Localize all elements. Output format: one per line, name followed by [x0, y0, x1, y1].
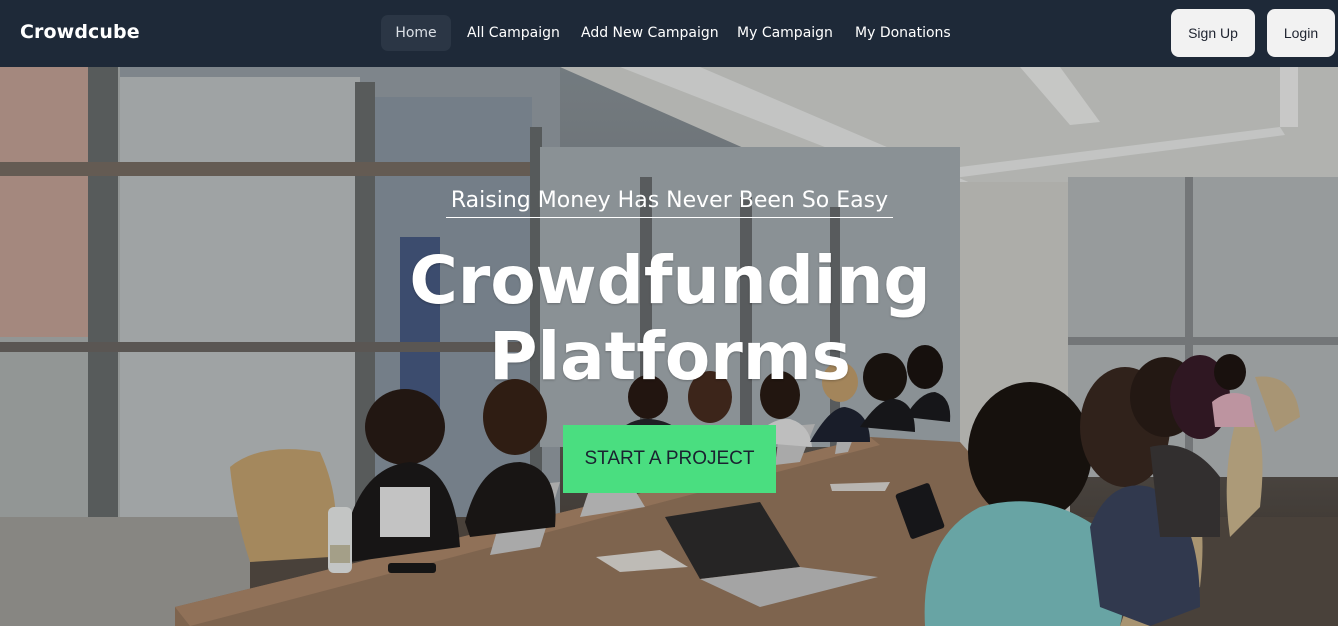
navbar: Crowdcube Home All Campaign Add New Camp…: [0, 0, 1338, 67]
hero-title: Crowdfunding Platforms: [380, 243, 960, 395]
hero-banner: Raising Money Has Never Been So Easy Cro…: [0, 67, 1338, 626]
signup-button[interactable]: Sign Up: [1171, 9, 1255, 57]
start-project-button[interactable]: START A PROJECT: [563, 425, 776, 493]
hero-title-line-2: Platforms: [489, 318, 851, 395]
nav-link-home[interactable]: Home: [381, 15, 451, 51]
login-button[interactable]: Login: [1267, 9, 1335, 57]
nav-link-my-donations[interactable]: My Donations: [855, 15, 951, 51]
nav-link-add-new-campaign[interactable]: Add New Campaign: [581, 15, 719, 51]
brand-logo[interactable]: Crowdcube: [20, 21, 140, 43]
hero-tagline: Raising Money Has Never Been So Easy: [446, 188, 893, 218]
hero-title-line-1: Crowdfunding: [409, 242, 931, 319]
nav-link-my-campaign[interactable]: My Campaign: [737, 15, 833, 51]
nav-link-all-campaign[interactable]: All Campaign: [467, 15, 560, 51]
